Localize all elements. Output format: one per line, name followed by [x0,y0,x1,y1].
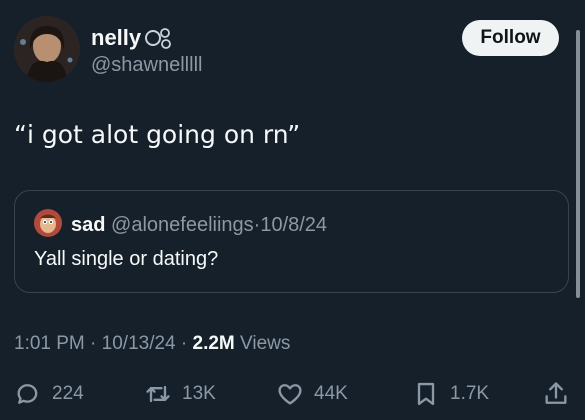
author-name-text: nelly [91,25,142,50]
bubbles-icon [145,28,172,49]
tweet-date[interactable]: 10/13/24 [102,333,176,354]
share-button[interactable] [542,378,570,410]
repost-count: 13K [182,383,216,404]
quote-header: sad @alonefeeliings·10/8/24 [71,214,327,237]
bookmark-button[interactable]: 1.7K [412,378,489,410]
follow-button[interactable]: Follow [462,20,559,56]
tweet-text: “i got alot going on rn” [14,120,301,149]
meta-separator-2: · [180,333,188,354]
author-handle[interactable]: @shawnelllll [91,54,202,77]
meta-separator: · [90,333,97,354]
bookmark-icon [417,382,435,406]
bookmark-count: 1.7K [450,383,490,404]
views-count: 2.2M [192,333,235,354]
reply-icon [17,384,38,404]
author-display-name[interactable]: nelly [91,25,172,51]
quote-avatar[interactable] [34,209,62,237]
repost-icon [146,385,170,403]
author-avatar[interactable] [14,16,80,82]
reply-button[interactable]: 224 [14,378,84,410]
action-bar: 224 13K 44K 1.7K [14,378,574,410]
quote-author-name[interactable]: sad [71,214,105,236]
tweet-meta: 1:01 PM · 10/13/24 · 2.2M Views [14,333,290,355]
quote-author-handle[interactable]: @alonefeeliings [111,214,254,236]
heart-icon [278,384,302,405]
scrollbar[interactable] [576,30,580,298]
tweet-time[interactable]: 1:01 PM [14,333,85,354]
like-count: 44K [314,383,348,404]
quote-text: Yall single or dating? [34,248,219,270]
share-icon [545,382,567,404]
quoted-tweet-card[interactable]: sad @alonefeeliings·10/8/24 Yall single … [14,190,569,293]
repost-button[interactable]: 13K [144,378,216,410]
like-button[interactable]: 44K [276,378,348,410]
quote-date[interactable]: 10/8/24 [260,214,327,236]
reply-count: 224 [52,383,84,404]
views-label: Views [240,333,291,354]
